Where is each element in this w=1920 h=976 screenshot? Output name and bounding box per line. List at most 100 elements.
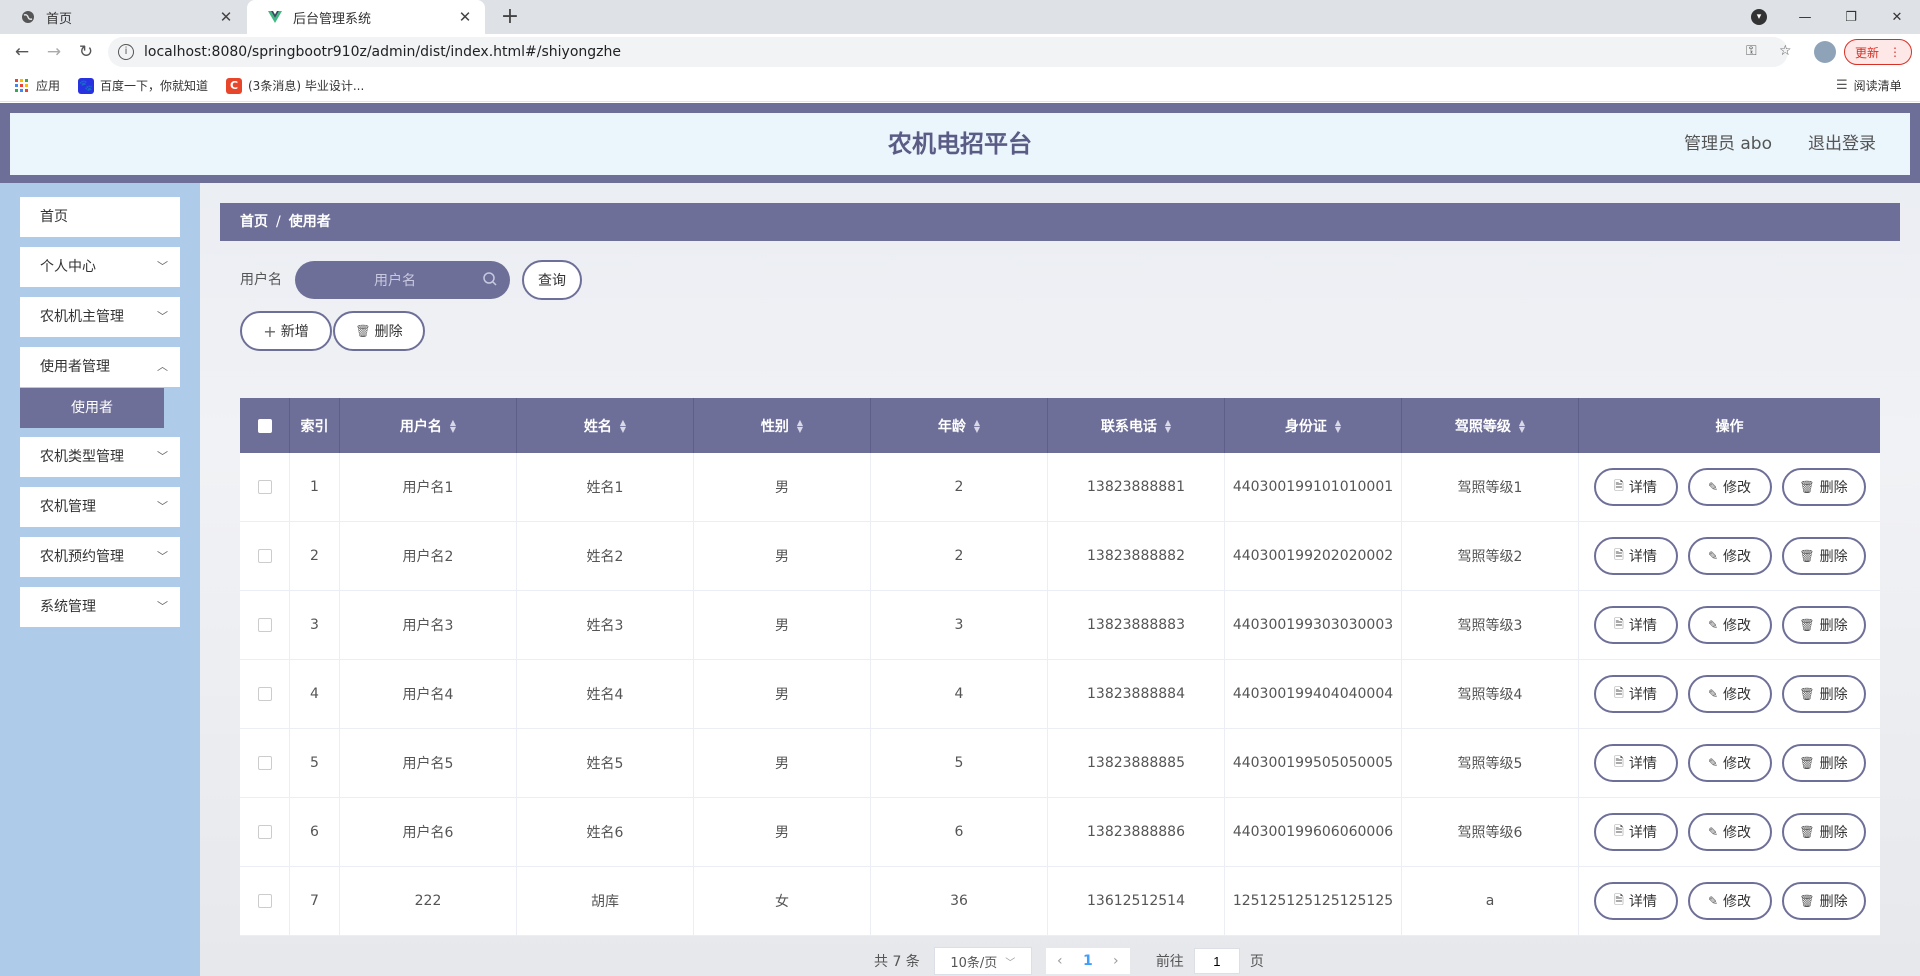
row-checkbox[interactable] [257,825,272,839]
reload-icon[interactable]: ↻ [74,40,98,64]
delete-button[interactable]: 🗑 删除 [1781,537,1866,575]
sidebar-item-machine-owner[interactable]: 农机机主管理 ﹀ [20,297,180,337]
profile-avatar[interactable] [1814,41,1836,63]
delete-button[interactable]: 🗑 删除 [1781,813,1866,851]
edit-button[interactable]: ✎ 修改 [1687,744,1772,782]
column-header[interactable]: 身份证 ▲ ▼ [1225,398,1402,453]
next-page-icon[interactable]: › [1102,953,1130,969]
column-header[interactable]: 性别 ▲ ▼ [694,398,871,453]
edit-button[interactable]: ✎ 修改 [1687,468,1772,506]
edit-button-label: 修改 [1723,618,1752,634]
bookmark-label: 应用 [36,79,61,93]
chevron-down-icon: ﹀ [157,550,168,563]
sidebar-item-machine[interactable]: 农机管理 ﹀ [20,487,180,527]
breadcrumb-home[interactable]: 首页 [240,214,268,230]
delete-button[interactable]: 🗑 删除 [1781,675,1866,713]
back-icon[interactable]: ← [10,40,34,64]
browser-tab-home[interactable]: 首页 ✕ [0,0,246,34]
cell-age: 3 [871,591,1048,659]
tab-search-icon[interactable]: ▾ [1751,9,1767,25]
query-button[interactable]: 查询 [522,260,582,300]
site-info-icon[interactable]: i [118,44,134,60]
delete-button[interactable]: 🗑 删除 [1781,468,1866,506]
browser-tab-admin[interactable]: 后台管理系统 ✕ [247,0,485,34]
sort-caret-icon[interactable]: ▲ ▼ [1165,418,1171,433]
select-all-checkbox[interactable] [257,418,272,433]
row-checkbox[interactable] [257,549,272,563]
delete-button[interactable]: 🗑 删除 [1781,882,1866,920]
cell-idcard: 440300199202020002 [1225,522,1402,590]
row-checkbox[interactable] [257,480,272,494]
detail-button[interactable]: 🗎 详情 [1593,744,1678,782]
update-label: 更新 [1854,45,1879,60]
cell-phone: 13823888883 [1048,591,1225,659]
sort-caret-icon[interactable]: ▲ ▼ [1335,418,1341,433]
close-tab-icon[interactable]: ✕ [457,8,473,26]
sidebar-item-personal-center[interactable]: 个人中心 ﹀ [20,247,180,287]
column-header[interactable]: 年龄 ▲ ▼ [871,398,1048,453]
row-checkbox[interactable] [257,618,272,632]
page-number-current[interactable]: 1 [1074,953,1102,969]
detail-button[interactable]: 🗎 详情 [1593,606,1678,644]
detail-button[interactable]: 🗎 详情 [1593,813,1678,851]
sort-caret-icon[interactable]: ▲ ▼ [450,418,456,433]
detail-button[interactable]: 🗎 详情 [1593,882,1678,920]
column-header[interactable]: 联系电话 ▲ ▼ [1048,398,1225,453]
address-bar[interactable]: i localhost:8080/springbootr910z/admin/d… [108,37,1788,67]
logout-button[interactable]: 退出登录 [1808,113,1876,175]
detail-button[interactable]: 🗎 详情 [1593,537,1678,575]
row-checkbox[interactable] [257,756,272,770]
detail-button[interactable]: 🗎 详情 [1593,675,1678,713]
chevron-down-icon: ﹀ [157,310,168,323]
add-label: 新增 [280,324,309,340]
sidebar-subitem-users[interactable]: 使用者 [20,388,164,428]
edit-button[interactable]: ✎ 修改 [1687,813,1772,851]
sidebar-item-home[interactable]: 首页 [20,197,180,237]
delete-button[interactable]: 🗑 删除 [1781,606,1866,644]
sort-caret-icon[interactable]: ▲ ▼ [620,418,626,433]
sort-caret-icon[interactable]: ▲ ▼ [797,418,803,433]
page-size-select[interactable]: 10条/页 ﹀ [933,947,1032,975]
sidebar-item-system[interactable]: 系统管理 ﹀ [20,587,180,627]
bookmark-csdn[interactable]: C (3条消息) 毕业设计... [226,77,364,94]
close-window-icon[interactable]: ✕ [1874,0,1920,34]
column-header[interactable]: 用户名 ▲ ▼ [340,398,517,453]
row-checkbox[interactable] [257,894,272,908]
bulk-delete-button[interactable]: 🗑 删除 [333,311,425,351]
detail-button[interactable]: 🗎 详情 [1593,468,1678,506]
column-header: 操作 [1579,398,1880,453]
sidebar-item-reservation[interactable]: 农机预约管理 ﹀ [20,537,180,577]
star-icon[interactable]: ☆ [1779,43,1792,59]
bookmark-baidu[interactable]: 🐾 百度一下，你就知道 [78,77,208,94]
key-icon[interactable]: ⚿ [1746,43,1757,59]
search-input[interactable] [295,261,475,299]
add-button[interactable]: + 新增 [240,311,332,351]
update-button[interactable]: 更新 ⋮ [1844,39,1912,65]
bookmark-apps[interactable]: 应用 [14,77,60,94]
row-select-cell [240,522,290,590]
row-checkbox[interactable] [257,687,272,701]
column-header[interactable]: 姓名 ▲ ▼ [517,398,694,453]
goto-page-input[interactable] [1193,948,1240,974]
sidebar-item-machine-type[interactable]: 农机类型管理 ﹀ [20,437,180,477]
minimize-icon[interactable]: — [1782,0,1828,34]
close-tab-icon[interactable]: ✕ [218,8,234,26]
column-header[interactable]: 驾照等级 ▲ ▼ [1402,398,1579,453]
edit-button[interactable]: ✎ 修改 [1687,606,1772,644]
edit-button[interactable]: ✎ 修改 [1687,675,1772,713]
forward-icon[interactable]: → [42,40,66,64]
edit-button[interactable]: ✎ 修改 [1687,882,1772,920]
prev-page-icon[interactable]: ‹ [1046,953,1074,969]
cell-license: 驾照等级6 [1402,798,1579,866]
delete-button[interactable]: 🗑 删除 [1781,744,1866,782]
edit-button[interactable]: ✎ 修改 [1687,537,1772,575]
tab-title: 首页 [46,11,73,27]
sort-caret-icon[interactable]: ▲ ▼ [1519,418,1525,433]
sort-caret-icon[interactable]: ▲ ▼ [974,418,980,433]
column-header-label: 身份证 [1284,418,1327,435]
edit-button-label: 修改 [1723,894,1752,910]
reading-list[interactable]: ☰ 阅读清单 [1836,77,1902,94]
restore-icon[interactable]: ❐ [1828,0,1874,34]
new-tab-button[interactable]: + [497,4,523,30]
sidebar-item-user-management[interactable]: 使用者管理 ︿ [20,347,180,387]
